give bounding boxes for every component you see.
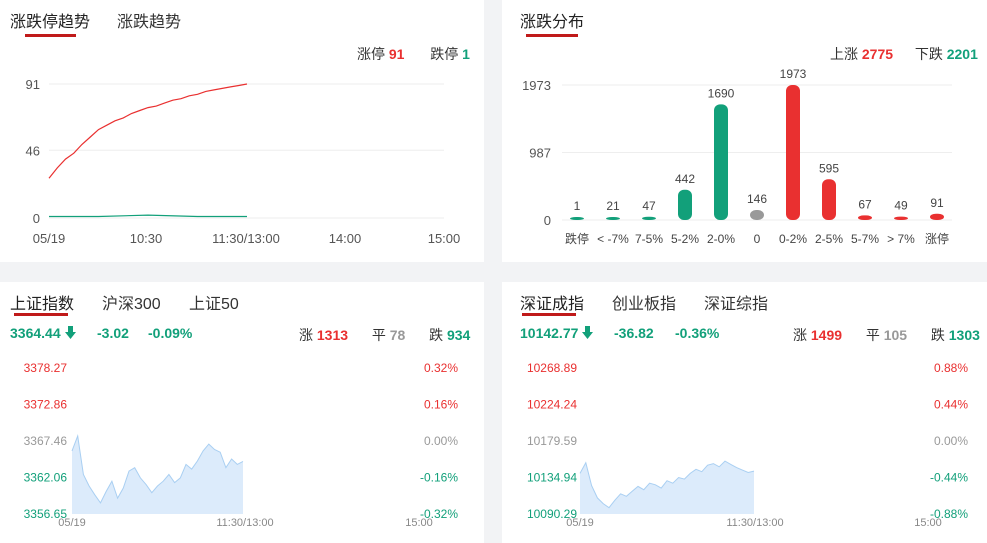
- y-tick-label: 1973: [522, 78, 551, 93]
- price-tick-label: 10268.89: [527, 361, 577, 375]
- pct-tick-label: 0.88%: [934, 361, 968, 375]
- limit-trend-panel: 涨跌停趋势 涨跌趋势 涨停 91 跌停 1 0 46 91 05/19 10:30 11:…: [0, 0, 484, 262]
- y-tick-label: 0: [33, 211, 40, 226]
- tab-sz-component[interactable]: 深证成指: [520, 290, 584, 314]
- price-tick-label: 10224.24: [527, 398, 577, 412]
- bar-value-label: 1973: [780, 67, 807, 81]
- bar: [930, 213, 944, 220]
- bar: [714, 104, 728, 220]
- price-area: [72, 436, 243, 514]
- x-tick-label: 2-5%: [815, 232, 843, 246]
- price-tick-label: 3372.86: [24, 398, 68, 412]
- x-tick-label: 2-0%: [707, 232, 735, 246]
- bar-value-label: 1690: [708, 86, 735, 100]
- sh-up-count: 1313: [316, 327, 349, 343]
- limit-trend-chart: 0 46 91 05/19 10:30 11:30/13:00 14:00 15:00: [26, 77, 461, 246]
- pct-tick-label: -0.44%: [930, 471, 968, 485]
- bar-value-label: 146: [747, 192, 767, 206]
- tab-csi300[interactable]: 沪深300: [102, 290, 161, 314]
- bar: [570, 217, 584, 220]
- x-tick-label: 15:00: [405, 517, 433, 529]
- active-tab-underline: [522, 313, 576, 316]
- x-tick-label: 05/19: [33, 231, 66, 246]
- bar-value-label: 91: [930, 196, 944, 210]
- sh-flat-count: 78: [389, 327, 406, 343]
- sh-change-pct: -0.09%: [148, 325, 193, 341]
- x-tick-label: 10:30: [130, 231, 163, 246]
- tab-chinext[interactable]: 创业板指: [612, 290, 676, 314]
- bar: [858, 215, 872, 220]
- price-tick-label: 3362.06: [24, 471, 68, 485]
- distribution-panel: 涨跌分布 上涨 2775 下跌 2201 0 987 1973 1 跌停 21 < -7% 4…: [502, 0, 987, 262]
- bar: [894, 216, 908, 220]
- x-tick-label: 0: [754, 232, 761, 246]
- x-tick-label: 05/19: [58, 517, 86, 529]
- x-tick-label: 05/19: [566, 517, 594, 529]
- bar-value-label: 67: [858, 197, 872, 211]
- pct-tick-label: -0.16%: [420, 471, 458, 485]
- bar: [786, 85, 800, 220]
- bar: [822, 179, 836, 220]
- bar-value-label: 595: [819, 161, 839, 175]
- sz-breadth: 涨 1499 平 105 跌 1303: [793, 327, 980, 343]
- bar: [606, 217, 620, 220]
- sh-change: -3.02: [97, 325, 129, 341]
- x-tick-label: 15:00: [914, 517, 942, 529]
- tab-sh-composite[interactable]: 上证指数: [10, 290, 74, 314]
- x-tick-label: 跌停: [565, 231, 589, 246]
- tab-sz-composite[interactable]: 深证综指: [704, 290, 768, 314]
- bar-value-label: 442: [675, 172, 695, 186]
- tab-sse50[interactable]: 上证50: [189, 290, 239, 314]
- x-tick-label: 11:30/13:00: [216, 517, 273, 529]
- price-tick-label: 3378.27: [24, 361, 68, 375]
- pct-tick-label: 0.00%: [424, 434, 458, 448]
- active-tab-underline: [14, 313, 68, 316]
- bar: [642, 216, 656, 220]
- pct-tick-label: 0.00%: [934, 434, 968, 448]
- pct-tick-label: 0.16%: [424, 398, 458, 412]
- x-tick-label: > 7%: [887, 232, 915, 246]
- sh-down-count: 934: [446, 327, 471, 343]
- x-tick-label: 5-2%: [671, 232, 699, 246]
- x-tick-label: 14:00: [329, 231, 362, 246]
- sh-breadth: 涨 1313 平 78 跌 934: [299, 327, 471, 343]
- bar-value-label: 47: [642, 199, 656, 213]
- sz-price: 10142.77: [520, 325, 594, 341]
- x-tick-label: 7-5%: [635, 232, 663, 246]
- pct-tick-label: 0.44%: [934, 398, 968, 412]
- limit-down-line: [49, 214, 247, 218]
- y-tick-label: 987: [529, 145, 551, 160]
- price-tick-label: 10134.94: [527, 471, 577, 485]
- sz-intraday-chart: 10268.89 0.88% 10224.24 0.44% 10179.59 0.00% 1…: [527, 361, 968, 529]
- price-tick-label: 3367.46: [24, 434, 68, 448]
- sz-flat-count: 105: [883, 327, 908, 343]
- sh-price: 3364.44: [10, 325, 76, 341]
- limit-up-line: [48, 83, 248, 179]
- pct-tick-label: 0.32%: [424, 361, 458, 375]
- x-tick-label: 涨停: [925, 231, 949, 246]
- bar: [678, 189, 692, 220]
- distribution-chart: 0 987 1973 1 跌停 21 < -7% 47 7-5% 442 5-2% 1690 2-0% 1…: [522, 67, 952, 246]
- x-tick-label: < -7%: [597, 232, 629, 246]
- y-tick-label: 46: [26, 143, 40, 158]
- sz-down-count: 1303: [948, 327, 980, 343]
- sz-change-pct: -0.36%: [675, 325, 720, 341]
- x-tick-label: 15:00: [428, 231, 461, 246]
- x-tick-label: 11:30/13:00: [726, 517, 783, 529]
- arrow-down-icon: [582, 326, 594, 339]
- x-tick-label: 5-7%: [851, 232, 879, 246]
- sz-change: -36.82: [614, 325, 654, 341]
- x-tick-label: 11:30/13:00: [212, 231, 280, 246]
- y-tick-label: 0: [544, 213, 551, 228]
- sh-intraday-chart: 3378.27 0.32% 3372.86 0.16% 3367.46 0.00% 3362…: [24, 361, 459, 529]
- arrow-down-icon: [64, 326, 76, 339]
- y-tick-label: 91: [26, 77, 40, 92]
- bar: [750, 210, 764, 220]
- bar-value-label: 49: [894, 199, 908, 213]
- sz-up-count: 1499: [810, 327, 843, 343]
- price-tick-label: 10179.59: [527, 434, 577, 448]
- bar-value-label: 21: [606, 199, 620, 213]
- bar-value-label: 1: [574, 199, 581, 213]
- x-tick-label: 0-2%: [779, 232, 807, 246]
